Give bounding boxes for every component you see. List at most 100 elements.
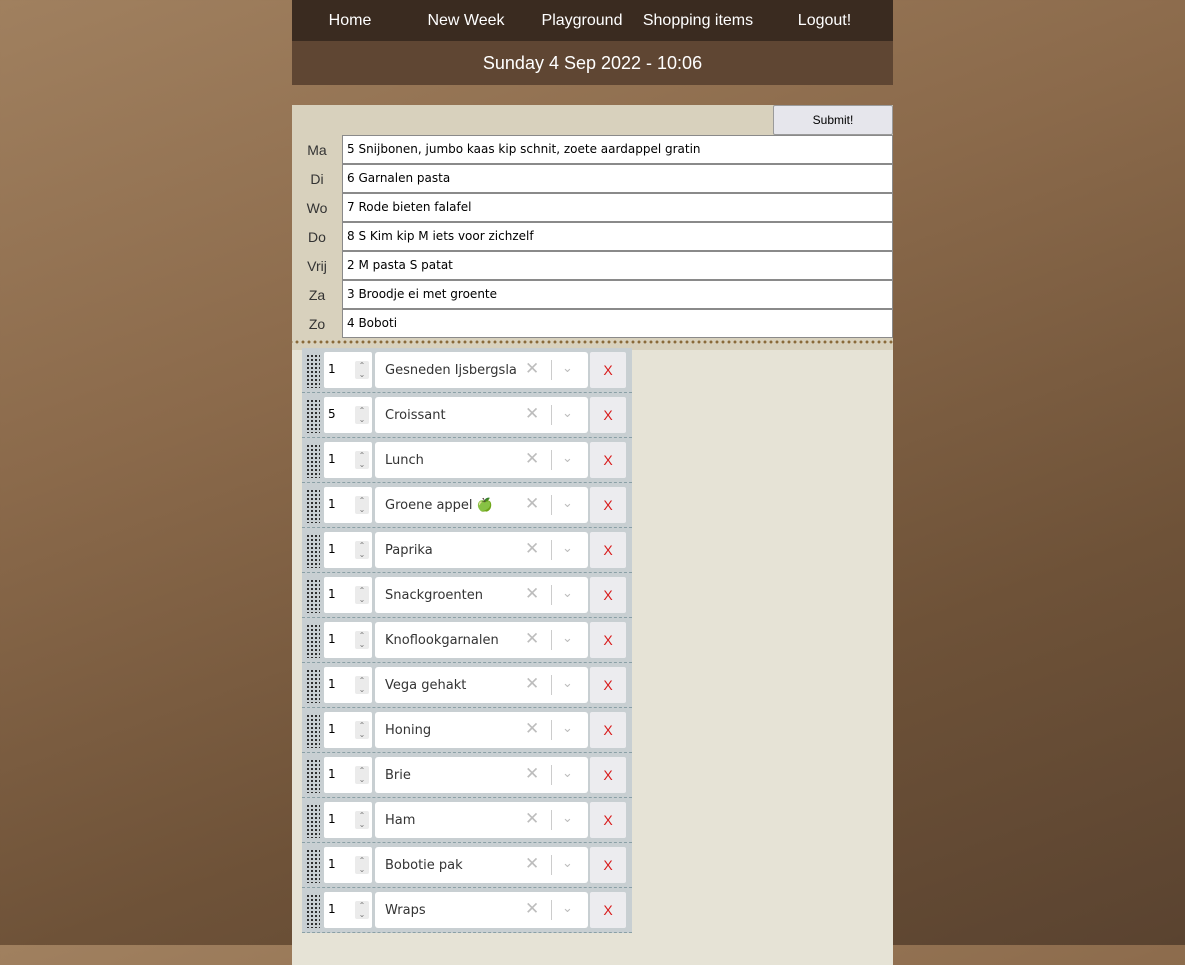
spinner-arrows-icon[interactable]: ⌃ ⌄ bbox=[355, 451, 369, 469]
clear-icon[interactable]: ✕ bbox=[525, 629, 539, 649]
clear-icon[interactable]: ✕ bbox=[525, 899, 539, 919]
item-select[interactable]: Groene appel 🍏 ✕ ⌄ bbox=[375, 487, 588, 523]
delete-item-button[interactable]: X bbox=[590, 442, 626, 478]
drag-handle-icon[interactable] bbox=[306, 894, 320, 928]
delete-item-button[interactable]: X bbox=[590, 802, 626, 838]
nav-playground[interactable]: Playground bbox=[524, 12, 640, 30]
clear-icon[interactable]: ✕ bbox=[525, 764, 539, 784]
item-select[interactable]: Croissant ✕ ⌄ bbox=[375, 397, 588, 433]
delete-item-button[interactable]: X bbox=[590, 667, 626, 703]
quantity-stepper[interactable]: 1 ⌃ ⌄ bbox=[324, 667, 372, 703]
spinner-arrows-icon[interactable]: ⌃ ⌄ bbox=[355, 496, 369, 514]
clear-icon[interactable]: ✕ bbox=[525, 719, 539, 739]
item-select[interactable]: Knoflookgarnalen ✕ ⌄ bbox=[375, 622, 588, 658]
spinner-arrows-icon[interactable]: ⌃ ⌄ bbox=[355, 766, 369, 784]
delete-item-button[interactable]: X bbox=[590, 577, 626, 613]
quantity-stepper[interactable]: 1 ⌃ ⌄ bbox=[324, 757, 372, 793]
item-select[interactable]: Bobotie pak ✕ ⌄ bbox=[375, 847, 588, 883]
chevron-down-icon[interactable]: ⌄ bbox=[562, 720, 573, 736]
chevron-down-icon[interactable]: ⌄ bbox=[562, 675, 573, 691]
item-select[interactable]: Vega gehakt ✕ ⌄ bbox=[375, 667, 588, 703]
spinner-arrows-icon[interactable]: ⌃ ⌄ bbox=[355, 811, 369, 829]
chevron-down-icon[interactable]: ⌄ bbox=[562, 765, 573, 781]
clear-icon[interactable]: ✕ bbox=[525, 494, 539, 514]
chevron-down-icon[interactable]: ⌄ bbox=[562, 450, 573, 466]
quantity-stepper[interactable]: 1 ⌃ ⌄ bbox=[324, 802, 372, 838]
delete-item-button[interactable]: X bbox=[590, 352, 626, 388]
nav-logout[interactable]: Logout! bbox=[756, 12, 893, 30]
day-meal-input[interactable]: 8 S Kim kip M iets voor zichzelf bbox=[342, 222, 893, 251]
delete-item-button[interactable]: X bbox=[590, 622, 626, 658]
quantity-stepper[interactable]: 1 ⌃ ⌄ bbox=[324, 532, 372, 568]
clear-icon[interactable]: ✕ bbox=[525, 449, 539, 469]
chevron-down-icon[interactable]: ⌄ bbox=[562, 630, 573, 646]
drag-handle-icon[interactable] bbox=[306, 804, 320, 838]
delete-item-button[interactable]: X bbox=[590, 487, 626, 523]
quantity-stepper[interactable]: 1 ⌃ ⌄ bbox=[324, 712, 372, 748]
drag-handle-icon[interactable] bbox=[306, 399, 320, 433]
delete-item-button[interactable]: X bbox=[590, 847, 626, 883]
item-select[interactable]: Brie ✕ ⌄ bbox=[375, 757, 588, 793]
item-select[interactable]: Ham ✕ ⌄ bbox=[375, 802, 588, 838]
drag-handle-icon[interactable] bbox=[306, 354, 320, 388]
chevron-down-icon[interactable]: ⌄ bbox=[562, 540, 573, 556]
chevron-down-icon[interactable]: ⌄ bbox=[562, 495, 573, 511]
nav-shopping-items[interactable]: Shopping items bbox=[640, 12, 756, 30]
spinner-arrows-icon[interactable]: ⌃ ⌄ bbox=[355, 586, 369, 604]
drag-handle-icon[interactable] bbox=[306, 849, 320, 883]
drag-handle-icon[interactable] bbox=[306, 714, 320, 748]
nav-home[interactable]: Home bbox=[292, 12, 408, 30]
day-meal-input[interactable]: 3 Broodje ei met groente bbox=[342, 280, 893, 309]
chevron-down-icon[interactable]: ⌄ bbox=[562, 360, 573, 376]
chevron-down-icon[interactable]: ⌄ bbox=[562, 810, 573, 826]
quantity-stepper[interactable]: 5 ⌃ ⌄ bbox=[324, 397, 372, 433]
quantity-stepper[interactable]: 1 ⌃ ⌄ bbox=[324, 442, 372, 478]
quantity-stepper[interactable]: 1 ⌃ ⌄ bbox=[324, 892, 372, 928]
drag-handle-icon[interactable] bbox=[306, 579, 320, 613]
day-meal-input[interactable]: 6 Garnalen pasta bbox=[342, 164, 893, 193]
quantity-stepper[interactable]: 1 ⌃ ⌄ bbox=[324, 622, 372, 658]
drag-handle-icon[interactable] bbox=[306, 624, 320, 658]
delete-item-button[interactable]: X bbox=[590, 712, 626, 748]
item-select[interactable]: Wraps ✕ ⌄ bbox=[375, 892, 588, 928]
clear-icon[interactable]: ✕ bbox=[525, 674, 539, 694]
spinner-arrows-icon[interactable]: ⌃ ⌄ bbox=[355, 631, 369, 649]
quantity-stepper[interactable]: 1 ⌃ ⌄ bbox=[324, 577, 372, 613]
day-meal-input[interactable]: 5 Snijbonen, jumbo kaas kip schnit, zoet… bbox=[342, 135, 893, 164]
drag-handle-icon[interactable] bbox=[306, 444, 320, 478]
item-select[interactable]: Snackgroenten ✕ ⌄ bbox=[375, 577, 588, 613]
spinner-arrows-icon[interactable]: ⌃ ⌄ bbox=[355, 406, 369, 424]
item-select[interactable]: Paprika ✕ ⌄ bbox=[375, 532, 588, 568]
spinner-arrows-icon[interactable]: ⌃ ⌄ bbox=[355, 721, 369, 739]
spinner-arrows-icon[interactable]: ⌃ ⌄ bbox=[355, 676, 369, 694]
drag-handle-icon[interactable] bbox=[306, 759, 320, 793]
spinner-arrows-icon[interactable]: ⌃ ⌄ bbox=[355, 901, 369, 919]
drag-handle-icon[interactable] bbox=[306, 534, 320, 568]
chevron-down-icon[interactable]: ⌄ bbox=[562, 855, 573, 871]
clear-icon[interactable]: ✕ bbox=[525, 584, 539, 604]
nav-new-week[interactable]: New Week bbox=[408, 12, 524, 30]
delete-item-button[interactable]: X bbox=[590, 532, 626, 568]
item-select[interactable]: Honing ✕ ⌄ bbox=[375, 712, 588, 748]
chevron-down-icon[interactable]: ⌄ bbox=[562, 900, 573, 916]
delete-item-button[interactable]: X bbox=[590, 397, 626, 433]
chevron-down-icon[interactable]: ⌄ bbox=[562, 405, 573, 421]
spinner-arrows-icon[interactable]: ⌃ ⌄ bbox=[355, 541, 369, 559]
spinner-arrows-icon[interactable]: ⌃ ⌄ bbox=[355, 856, 369, 874]
item-select[interactable]: Lunch ✕ ⌄ bbox=[375, 442, 588, 478]
spinner-arrows-icon[interactable]: ⌃ ⌄ bbox=[355, 361, 369, 379]
clear-icon[interactable]: ✕ bbox=[525, 854, 539, 874]
chevron-down-icon[interactable]: ⌄ bbox=[562, 585, 573, 601]
day-meal-input[interactable]: 4 Boboti bbox=[342, 309, 893, 338]
delete-item-button[interactable]: X bbox=[590, 892, 626, 928]
clear-icon[interactable]: ✕ bbox=[525, 809, 539, 829]
drag-handle-icon[interactable] bbox=[306, 489, 320, 523]
quantity-stepper[interactable]: 1 ⌃ ⌄ bbox=[324, 487, 372, 523]
submit-button[interactable]: Submit! bbox=[773, 105, 893, 135]
delete-item-button[interactable]: X bbox=[590, 757, 626, 793]
clear-icon[interactable]: ✕ bbox=[525, 359, 539, 379]
day-meal-input[interactable]: 7 Rode bieten falafel bbox=[342, 193, 893, 222]
clear-icon[interactable]: ✕ bbox=[525, 404, 539, 424]
day-meal-input[interactable]: 2 M pasta S patat bbox=[342, 251, 893, 280]
quantity-stepper[interactable]: 1 ⌃ ⌄ bbox=[324, 847, 372, 883]
